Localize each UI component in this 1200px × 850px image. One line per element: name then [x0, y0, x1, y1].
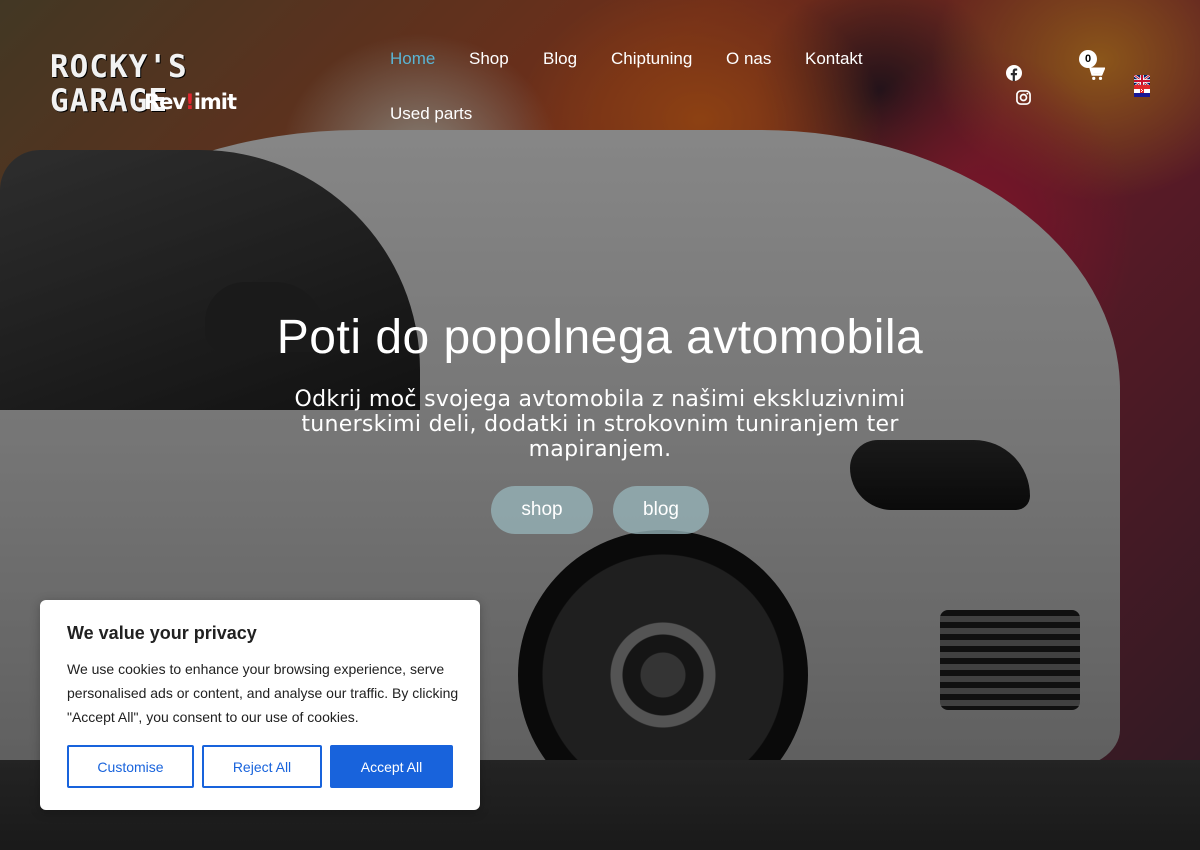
- hero-subtitle: Odkrij moč svojega avtomobila z našimi e…: [294, 387, 906, 462]
- cookie-text: We use cookies to enhance your browsing …: [67, 661, 459, 725]
- hero-title: Poti do popolnega avtomobila: [276, 311, 924, 364]
- blog-button[interactable]: blog: [613, 486, 709, 534]
- logo-sub-before: Rev: [144, 90, 186, 114]
- logo-subbrand: Rev!imit: [144, 90, 237, 114]
- nav-item-shop[interactable]: Shop: [469, 49, 509, 69]
- croatian-flag-icon[interactable]: [1134, 84, 1150, 97]
- cookie-title: We value your privacy: [67, 623, 257, 643]
- instagram-icon[interactable]: [1016, 90, 1031, 105]
- logo-sub-after: imit: [193, 90, 237, 114]
- site-logo[interactable]: ROCKY'S GARAGE Rev!imit: [50, 50, 325, 130]
- facebook-icon[interactable]: [1006, 65, 1022, 81]
- shop-button[interactable]: shop: [491, 486, 593, 534]
- reject-all-button[interactable]: Reject All: [202, 745, 322, 788]
- nav-item-chiptuning[interactable]: Chiptuning: [611, 49, 692, 69]
- nav-item-blog[interactable]: Blog: [543, 49, 577, 69]
- cart-button[interactable]: 0: [1079, 50, 1106, 87]
- nav-item-used-parts[interactable]: Used parts: [390, 104, 472, 124]
- cart-count-badge: 0: [1079, 50, 1097, 68]
- logo-sub-accent: !: [185, 90, 195, 114]
- nav-item-o-nas[interactable]: O nas: [726, 49, 771, 69]
- nav-item-home[interactable]: Home: [390, 49, 435, 69]
- customise-button[interactable]: Customise: [67, 745, 194, 788]
- nav-item-kontakt[interactable]: Kontakt: [805, 49, 863, 69]
- cookie-consent-banner: We value your privacy We use cookies to …: [40, 600, 480, 810]
- accept-all-button[interactable]: Accept All: [330, 745, 453, 788]
